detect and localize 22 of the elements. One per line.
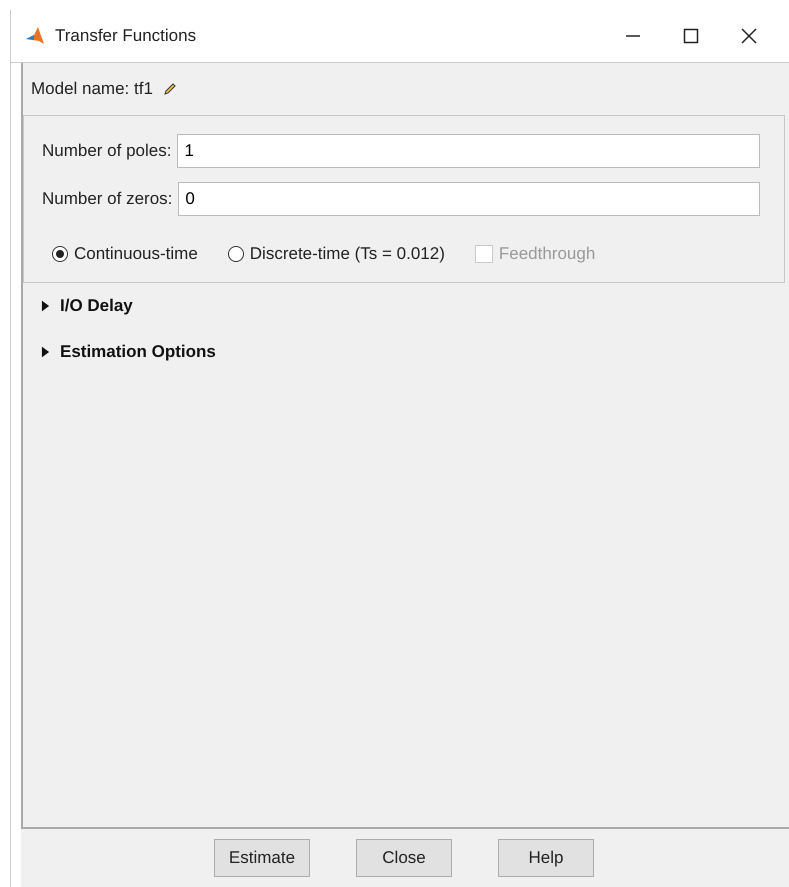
pencil-icon[interactable] xyxy=(162,82,177,96)
option-label: Discrete-time (Ts = 0.012) xyxy=(250,244,445,264)
radio-button[interactable] xyxy=(228,246,244,262)
radio-button[interactable] xyxy=(52,246,68,262)
dialog-button[interactable]: Help xyxy=(498,839,594,877)
dialog-button[interactable]: Close xyxy=(356,839,452,877)
field-label: Number of zeros: xyxy=(42,189,172,209)
maximize-icon[interactable] xyxy=(683,28,699,44)
app-logo-icon xyxy=(25,26,45,46)
section-header[interactable]: I/O Delay xyxy=(60,296,133,316)
caret-right-icon[interactable] xyxy=(41,300,50,312)
dialog-button[interactable]: Estimate xyxy=(214,839,310,877)
window-title: Transfer Functions xyxy=(55,26,196,46)
close-icon[interactable] xyxy=(741,28,757,44)
caret-right-icon[interactable] xyxy=(41,346,50,358)
model-name-label: Model name: tf1 xyxy=(31,79,153,99)
option-label: Continuous-time xyxy=(74,244,198,264)
section-header[interactable]: Estimation Options xyxy=(60,342,216,362)
option-label: Feedthrough xyxy=(498,244,596,264)
input-field[interactable]: 1 xyxy=(177,134,760,168)
field-label: Number of poles: xyxy=(42,141,172,161)
input-field[interactable]: 0 xyxy=(178,182,760,216)
